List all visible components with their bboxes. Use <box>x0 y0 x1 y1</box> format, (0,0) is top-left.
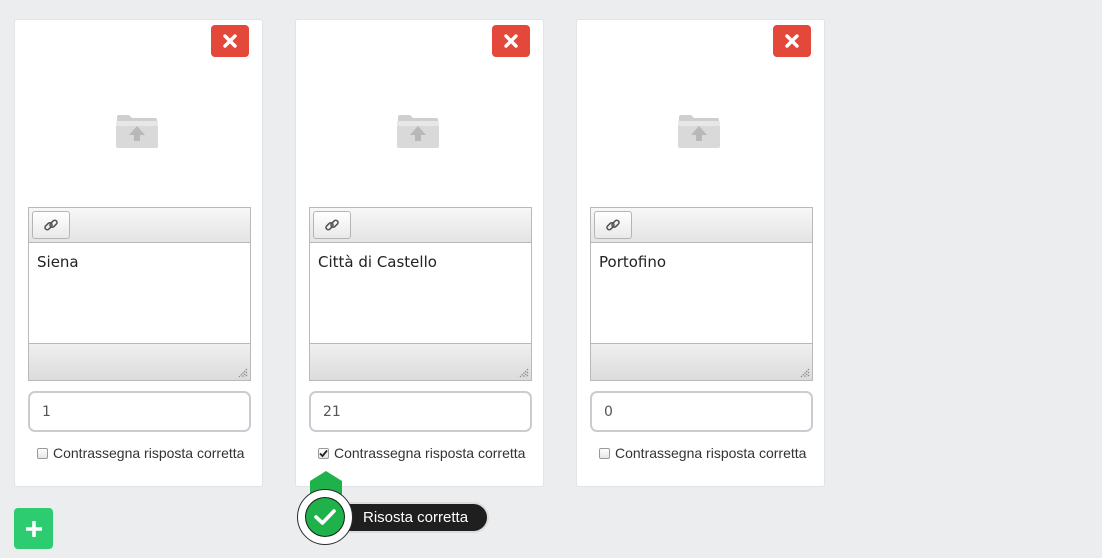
editor-statusbar <box>310 343 531 380</box>
correct-answer-checkbox[interactable] <box>37 447 48 459</box>
folder-upload-icon <box>397 115 439 148</box>
answer-card-1: Siena Contrassegna risposta corretta <box>14 19 263 487</box>
checkbox-label: Contrassegna risposta corretta <box>615 445 807 461</box>
correct-answer-checkbox-row[interactable]: Contrassegna risposta corretta <box>599 445 806 461</box>
resize-handle-icon[interactable] <box>238 368 248 378</box>
resize-handle-icon[interactable] <box>519 368 529 378</box>
editor-content[interactable]: Città di Castello <box>310 243 531 343</box>
score-input[interactable] <box>590 391 813 432</box>
folder-upload-icon <box>116 115 158 148</box>
score-input[interactable] <box>28 391 251 432</box>
insert-link-button[interactable] <box>594 211 632 239</box>
insert-link-button[interactable] <box>32 211 70 239</box>
answer-card-3: Portofino Contrassegna risposta corretta <box>576 19 825 487</box>
answer-card-2: Città di Castello Contrassegna risposta … <box>295 19 544 487</box>
delete-card-button[interactable] <box>492 25 530 57</box>
insert-link-button[interactable] <box>313 211 351 239</box>
resize-handle-icon[interactable] <box>800 368 810 378</box>
link-icon <box>325 219 339 231</box>
image-upload-area[interactable] <box>114 112 160 150</box>
folder-upload-icon <box>678 115 720 148</box>
link-icon <box>44 219 58 231</box>
correct-badge <box>297 489 353 545</box>
editor-content[interactable]: Siena <box>29 243 250 343</box>
score-input[interactable] <box>309 391 532 432</box>
close-icon <box>785 34 799 48</box>
correct-answer-checkbox-row[interactable]: Contrassegna risposta corretta <box>37 445 244 461</box>
editor-statusbar <box>591 343 812 380</box>
correct-answer-checkbox[interactable] <box>599 447 610 459</box>
answer-editor[interactable]: Siena <box>28 207 251 381</box>
image-upload-area[interactable] <box>676 112 722 150</box>
close-icon <box>223 34 237 48</box>
delete-card-button[interactable] <box>773 25 811 57</box>
editor-statusbar <box>29 343 250 380</box>
editor-content[interactable]: Portofino <box>591 243 812 343</box>
editor-toolbar <box>29 208 250 243</box>
answer-editor[interactable]: Portofino <box>590 207 813 381</box>
correct-answer-tooltip: Risosta corretta <box>330 502 489 533</box>
close-icon <box>504 34 518 48</box>
plus-icon <box>25 520 42 537</box>
image-upload-area[interactable] <box>395 112 441 150</box>
answer-editor[interactable]: Città di Castello <box>309 207 532 381</box>
editor-toolbar <box>310 208 531 243</box>
add-answer-button[interactable] <box>14 508 53 549</box>
correct-answer-checkbox-row[interactable]: Contrassegna risposta corretta <box>318 445 525 461</box>
checkbox-label: Contrassegna risposta corretta <box>334 445 526 461</box>
checkmark-icon <box>319 449 328 457</box>
delete-card-button[interactable] <box>211 25 249 57</box>
tooltip-text: Risosta corretta <box>363 509 469 526</box>
checkbox-label: Contrassegna risposta corretta <box>53 445 245 461</box>
correct-badge-inner <box>302 494 348 540</box>
link-icon <box>606 219 620 231</box>
correct-answer-checkbox[interactable] <box>318 447 329 459</box>
checkmark-icon <box>314 509 336 525</box>
editor-toolbar <box>591 208 812 243</box>
